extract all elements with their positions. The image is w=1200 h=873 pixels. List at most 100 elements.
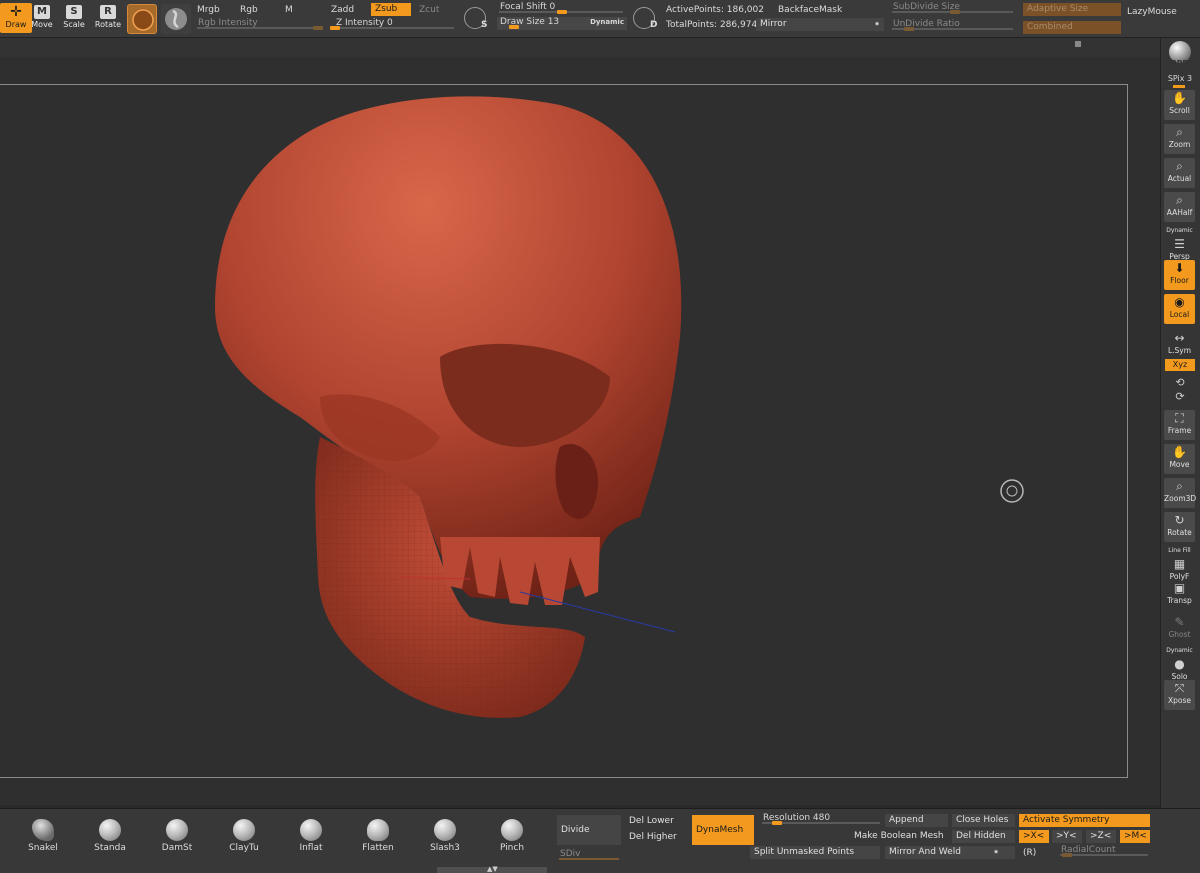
rgb-intensity-slider[interactable]: Rgb Intensity (195, 18, 325, 31)
dock-handle-icon[interactable] (1075, 41, 1081, 47)
lazy-mouse-button[interactable]: LazyMouse (1127, 7, 1177, 17)
stroke-button[interactable] (161, 4, 191, 34)
xpose-icon: ⤧ (1174, 681, 1185, 695)
aahalf-icon: ⌕ (1176, 193, 1183, 207)
adaptive-size-button[interactable]: Adaptive Size (1023, 3, 1121, 16)
radial-count-slider[interactable]: RadialCount (1058, 845, 1150, 858)
persp-button[interactable]: Dynamic ☰ Persp (1164, 226, 1195, 261)
zoom-button[interactable]: ⌕ Zoom (1164, 124, 1195, 154)
activate-symmetry-button[interactable]: Activate Symmetry (1019, 814, 1150, 827)
symmetry-y-button[interactable]: >Y< (1052, 830, 1082, 843)
move-icon: M (34, 5, 50, 19)
ghost-button[interactable]: ✎ Ghost (1164, 614, 1195, 644)
xpose-button[interactable]: ⤧ Xpose (1164, 680, 1195, 710)
rotate-axis-z-icon[interactable]: ⟳ (1161, 390, 1199, 403)
scroll-arrows-icon: ▲▼ (487, 865, 498, 873)
close-holes-button[interactable]: Close Holes (952, 814, 1015, 827)
symmetry-z-button[interactable]: >Z< (1086, 830, 1116, 843)
document-strip (0, 38, 1160, 57)
brush-standard[interactable]: Standa (82, 815, 138, 853)
floor-button[interactable]: ⬇ Floor (1164, 260, 1195, 290)
stroke-sphere-icon (165, 8, 187, 30)
material-button[interactable] (127, 4, 157, 34)
spix-label[interactable]: SPix 3 (1161, 74, 1199, 83)
brush-claytubes[interactable]: ClayTu (216, 815, 272, 853)
append-button[interactable]: Append (885, 814, 948, 827)
focal-shift-slider[interactable]: Focal Shift 0 (497, 2, 625, 15)
mrgb-button[interactable]: Mrgb (197, 5, 220, 15)
del-hidden-button[interactable]: Del Hidden (952, 830, 1015, 843)
spix-slider[interactable] (1173, 85, 1185, 88)
symmetry-x-button[interactable]: >X< (1019, 830, 1049, 843)
scale-button[interactable]: S Scale (58, 3, 90, 33)
brush-flatten[interactable]: Flatten (350, 815, 406, 853)
inflat-brush-icon (300, 819, 322, 841)
mirror-button[interactable]: Mirror ⁕ (756, 18, 884, 31)
right-shelf: BPR SPix 3 ✋ Scroll ⌕ Zoom ⌕ Actual ⌕ AAHalf… (1160, 38, 1200, 808)
brush-shelf-scrollbar[interactable]: ▲▼ (437, 865, 547, 873)
bpr-button[interactable]: BPR (1164, 41, 1195, 71)
sdiv-slider[interactable]: SDiv (557, 849, 621, 862)
divide-button[interactable]: Divide (557, 815, 621, 845)
zoom3d-button[interactable]: ⌕ Zoom3D (1164, 478, 1196, 508)
aahalf-button[interactable]: ⌕ AAHalf (1164, 192, 1195, 222)
brush-inflat[interactable]: Inflat (283, 815, 339, 853)
zsub-button[interactable]: Zsub (371, 3, 411, 16)
split-unmasked-points-button[interactable]: Split Unmasked Points (750, 846, 880, 859)
brush-damstandard[interactable]: DamSt (149, 815, 205, 853)
rgb-button[interactable]: Rgb (240, 5, 258, 15)
lsym-button[interactable]: ↔ L.Sym (1164, 330, 1195, 360)
rotate-button[interactable]: R Rotate (92, 3, 124, 33)
claytubes-brush-icon (233, 819, 255, 841)
draw-size-slider[interactable]: Draw Size 13 Dynamic (497, 17, 627, 30)
mirror-options-icon: ⁕ (874, 20, 880, 28)
zadd-button[interactable]: Zadd (331, 5, 354, 15)
active-points-readout: ActivePoints: 186,002 (666, 5, 764, 15)
mirror-and-weld-button[interactable]: Mirror And Weld ⁕ (885, 846, 1015, 859)
brush-snakehook[interactable]: Snakel (15, 815, 71, 853)
rotate-view-button[interactable]: ↻ Rotate (1164, 512, 1195, 542)
solo-icon: ● (1174, 657, 1185, 671)
subdivide-size-slider[interactable]: SubDivide Size (890, 2, 1015, 15)
z-intensity-slider[interactable]: Z Intensity 0 (330, 18, 456, 31)
radial-toggle-button[interactable]: (R) (1019, 847, 1049, 860)
rotate-icon: R (100, 5, 116, 19)
xyz-toggle[interactable]: Xyz (1165, 359, 1195, 371)
local-button[interactable]: ◉ Local (1164, 294, 1195, 324)
m-button[interactable]: M (285, 5, 293, 15)
del-lower-button[interactable]: Del Lower (625, 815, 689, 828)
solo-button[interactable]: Dynamic ● Solo (1164, 646, 1195, 681)
resolution-slider[interactable]: Resolution 480 (760, 813, 882, 826)
transp-button[interactable]: ▣ Transp (1164, 580, 1195, 610)
frame-button[interactable]: ⛶ Frame (1164, 410, 1195, 440)
move-button[interactable]: M Move (26, 3, 58, 33)
slash3-brush-icon (434, 819, 456, 841)
del-higher-button[interactable]: Del Higher (625, 831, 689, 844)
dynamesh-button[interactable]: DynaMesh (692, 815, 754, 845)
dynamic-toggle[interactable]: Dynamic (590, 17, 624, 28)
top-toolbar: ✛ Draw M Move S Scale R Rotate Mrgb Rgb … (0, 0, 1200, 38)
total-points-readout: TotalPoints: 286,974 (666, 20, 758, 30)
combined-button[interactable]: Combined (1023, 21, 1121, 34)
actual-button[interactable]: ⌕ Actual (1164, 158, 1195, 188)
perspective-icon: ☰ (1174, 237, 1185, 251)
move-view-button[interactable]: ✋ Move (1164, 444, 1195, 474)
symmetry-m-button[interactable]: >M< (1120, 830, 1150, 843)
polyframe-icon: ▦ (1173, 557, 1186, 571)
scale-icon: S (66, 5, 82, 19)
zcut-button[interactable]: Zcut (419, 5, 439, 15)
make-boolean-mesh-button[interactable]: Make Boolean Mesh (850, 830, 948, 843)
backface-mask-button[interactable]: BackfaceMask (778, 5, 842, 15)
zoom-icon: ⌕ (1176, 125, 1183, 139)
undivide-ratio-slider[interactable]: UnDivide Ratio (890, 19, 1015, 32)
rotate-axis-y-icon[interactable]: ⟲ (1161, 376, 1199, 389)
scroll-button[interactable]: ✋ Scroll (1164, 90, 1195, 120)
brush-pinch[interactable]: Pinch (484, 815, 540, 853)
draw-icon: ✛ (10, 4, 22, 20)
scroll-hand-icon: ✋ (1172, 91, 1187, 105)
brush-slash3[interactable]: Slash3 (417, 815, 473, 853)
cranium-shape (215, 96, 682, 599)
polyf-button[interactable]: Line Fill ▦ PolyF (1164, 546, 1195, 581)
skull-model-viewport[interactable] (0, 57, 1160, 805)
ghost-icon: ✎ (1174, 615, 1185, 629)
